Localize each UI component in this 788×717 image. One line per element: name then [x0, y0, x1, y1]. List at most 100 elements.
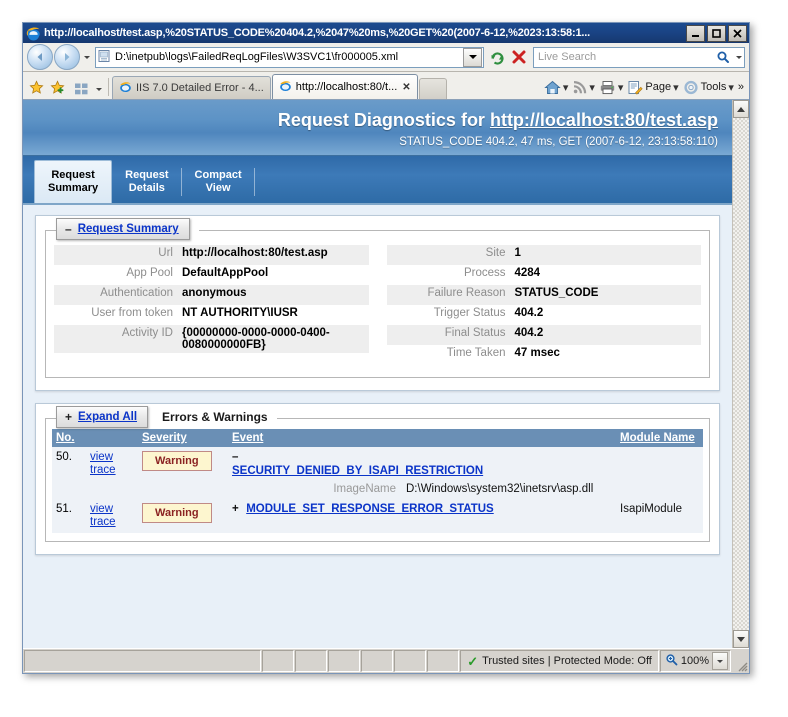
quick-tabs-icon[interactable] [71, 79, 92, 99]
trace-link[interactable]: trace [90, 464, 134, 477]
search-icon[interactable] [713, 50, 733, 64]
table-row: 51. view trace Warning + MODULE_SET_RESP… [52, 499, 703, 533]
address-toolbar: D:\inetpub\logs\FailedReqLogFiles\W3SVC1… [23, 43, 749, 72]
page-area: Request Diagnostics for http://localhost… [23, 100, 749, 648]
request-summary-legend: – Request Summary [56, 218, 199, 240]
expand-all-link[interactable]: Expand All [78, 411, 137, 423]
scrollbar-track[interactable] [733, 118, 749, 630]
expand-event-button[interactable]: + [232, 503, 243, 515]
quick-tabs-dropdown-icon[interactable] [92, 79, 105, 99]
column-header-module[interactable]: Module Name [616, 429, 703, 447]
print-button[interactable]: ▾ [597, 76, 626, 98]
summary-value: 1 [514, 247, 521, 259]
vertical-scrollbar[interactable] [732, 100, 749, 648]
chevron-down-icon[interactable]: ▾ [589, 81, 595, 94]
row-view-trace: view trace [86, 447, 138, 499]
page-menu-button[interactable]: Page ▾ [625, 76, 680, 98]
close-icon[interactable]: ✕ [402, 82, 410, 93]
summary-key: Final Status [444, 327, 506, 339]
command-bar: IIS 7.0 Detailed Error - 4... http://loc… [23, 72, 749, 100]
report-header: Request Diagnostics for http://localhost… [23, 100, 732, 156]
browser-tab-1[interactable]: http://localhost:80/t... ✕ [271, 74, 418, 99]
status-badge: Warning [142, 451, 212, 471]
search-placeholder: Live Search [538, 51, 597, 63]
column-header-severity[interactable]: Severity [138, 429, 228, 447]
chevron-down-icon[interactable]: ▾ [563, 81, 569, 94]
forward-button[interactable] [54, 44, 80, 70]
tab-request-summary[interactable]: Request Summary [34, 160, 113, 203]
stop-button[interactable] [508, 46, 530, 68]
event-link[interactable]: MODULE_SET_RESPONSE_ERROR_STATUS [246, 503, 494, 515]
collapse-request-summary-button[interactable]: – Request Summary [56, 218, 190, 240]
star-icon[interactable] [26, 75, 47, 99]
status-cell [427, 650, 460, 672]
trace-link[interactable]: trace [90, 516, 134, 529]
collapse-event-button[interactable]: – [232, 451, 243, 463]
report-tab-strip: Request Summary Request Details Compact … [23, 156, 732, 205]
event-link[interactable]: SECURITY_DENIED_BY_ISAPI_RESTRICTION [232, 465, 483, 477]
tab-compact-view[interactable]: Compact View [182, 161, 255, 203]
minimize-button[interactable] [686, 24, 705, 42]
row-module [616, 447, 703, 499]
star-plus-icon[interactable] [47, 75, 68, 99]
browser-tab-0[interactable]: IIS 7.0 Detailed Error - 4... [112, 76, 271, 99]
summary-row: User from token NT AUTHORITY\IUSR [54, 305, 369, 325]
chevron-down-icon[interactable]: ▾ [728, 81, 734, 94]
errors-warnings-panel: + Expand All Errors & Warnings No. Sever… [35, 403, 720, 555]
request-summary-link[interactable]: Request Summary [78, 223, 179, 235]
summary-row: Final Status 404.2 [386, 325, 701, 345]
expand-all-button[interactable]: + Expand All [56, 406, 149, 428]
toolbar-separator [108, 78, 109, 96]
errors-table: No. Severity Event Module Name 50. view … [52, 429, 703, 533]
report-document: Request Diagnostics for http://localhost… [23, 100, 732, 648]
summary-key: User from token [91, 307, 173, 319]
security-zone-indicator[interactable]: ✓ Trusted sites | Protected Mode: Off [460, 650, 659, 672]
internet-explorer-icon [119, 81, 133, 95]
resize-grip[interactable] [732, 650, 748, 672]
scroll-up-button[interactable] [733, 100, 749, 118]
zoom-magnifier-icon [665, 653, 678, 669]
summary-left-column: Url http://localhost:80/test.asp App Poo… [54, 245, 369, 365]
recent-pages-dropdown-icon[interactable] [80, 47, 93, 67]
home-button[interactable]: ▾ [542, 76, 571, 98]
internet-explorer-icon [26, 26, 41, 41]
status-cell [328, 650, 361, 672]
summary-key: Process [463, 267, 506, 279]
search-provider-dropdown-icon[interactable] [733, 55, 744, 59]
refresh-button[interactable] [486, 46, 508, 68]
new-tab-button[interactable] [418, 78, 447, 99]
summary-value: {00000000-0000-0000-0400-0080000000FB} [182, 327, 330, 351]
back-button[interactable] [27, 44, 53, 70]
view-link[interactable]: view [90, 503, 134, 516]
address-dropdown-button[interactable] [463, 47, 482, 67]
summary-value: NT AUTHORITY\IUSR [182, 307, 298, 319]
tools-menu-button[interactable]: Tools ▾ [681, 76, 736, 98]
address-input[interactable]: D:\inetpub\logs\FailedReqLogFiles\W3SVC1… [95, 46, 484, 68]
maximize-button[interactable] [707, 24, 726, 42]
tab-line-2: Details [128, 182, 165, 194]
row-event: + MODULE_SET_RESPONSE_ERROR_STATUS [228, 499, 617, 533]
column-header-no[interactable]: No. [52, 429, 138, 447]
zoom-control[interactable]: 100% [659, 650, 731, 672]
status-cell [295, 650, 328, 672]
command-tools: ▾ ▾ ▾ Page ▾ Tools ▾ » [542, 75, 746, 99]
row-severity: Warning [138, 499, 228, 533]
expand-sign: + [65, 410, 73, 424]
column-header-event[interactable]: Event [228, 429, 617, 447]
chevron-down-icon[interactable]: ▾ [673, 81, 679, 94]
close-button[interactable] [728, 24, 747, 42]
tab-line-1: Compact [194, 169, 242, 181]
report-title-url: http://localhost:80/test.asp [489, 110, 718, 130]
tab-line-1: Request [51, 169, 95, 181]
zoom-dropdown-button[interactable] [712, 652, 728, 670]
report-title: Request Diagnostics for http://localhost… [37, 110, 718, 131]
view-link[interactable]: view [90, 451, 134, 464]
internet-explorer-icon [279, 80, 293, 94]
feeds-button[interactable]: ▾ [570, 76, 597, 98]
tab-request-details[interactable]: Request Details [112, 161, 182, 203]
chevron-down-icon[interactable]: ▾ [618, 81, 624, 94]
toolbar-overflow-button[interactable]: » [736, 76, 746, 98]
browser-tab-label: http://localhost:80/t... [295, 81, 398, 93]
search-input[interactable]: Live Search [533, 46, 745, 68]
scroll-down-button[interactable] [733, 630, 749, 648]
